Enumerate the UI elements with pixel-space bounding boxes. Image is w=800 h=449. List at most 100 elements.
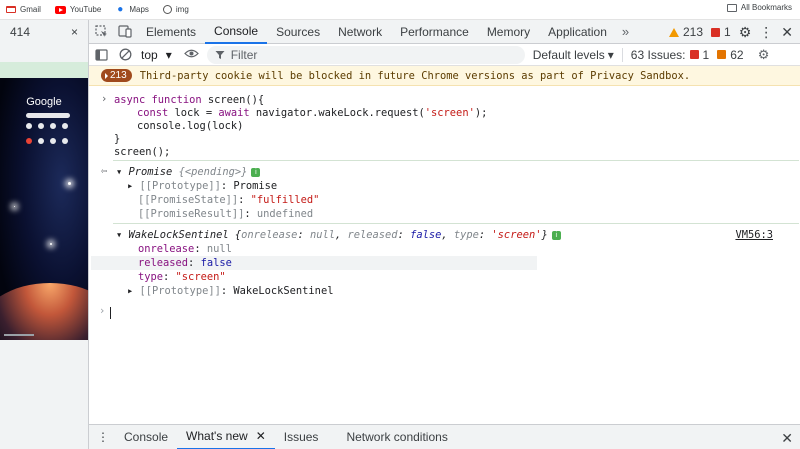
code-keyword: function (151, 94, 202, 106)
filter-funnel-icon (215, 50, 225, 59)
drawer-tab-network-conditions[interactable]: Network conditions (337, 425, 456, 449)
shortcut-tile[interactable] (62, 123, 68, 129)
prompt-chevron-icon: › (99, 305, 106, 317)
issue-warning-icon (717, 50, 727, 59)
shortcut-tile[interactable] (26, 138, 32, 144)
shortcut-tile[interactable] (62, 138, 68, 144)
source-link[interactable]: VM56:3 (735, 229, 773, 241)
filter-placeholder: Filter (230, 47, 258, 62)
page-screenshot: Google (0, 78, 88, 340)
issues-orange-count: 62 (730, 47, 744, 62)
issues-red-count: 1 (702, 47, 710, 62)
console-settings-gear-icon[interactable]: ⚙ (752, 44, 776, 66)
code-keyword: const (137, 107, 169, 119)
bookmark-maps[interactable]: ● Maps (115, 4, 149, 15)
close-drawer-icon[interactable]: ✕ (781, 430, 793, 447)
preview-value: null (309, 229, 335, 241)
warnings-counter[interactable]: 213 (668, 25, 703, 39)
issue-error-icon (689, 50, 699, 59)
code-text: screen(){ (201, 94, 265, 106)
live-expression-eye-icon[interactable] (178, 47, 205, 62)
code-line: } (114, 133, 121, 145)
expand-triangle-icon (105, 72, 108, 79)
warning-count-badge[interactable]: 213 (101, 69, 132, 82)
message-divider (113, 223, 799, 224)
property-value: Promise (233, 180, 278, 192)
code-line: screen(); (114, 146, 171, 158)
filter-input[interactable]: Filter (206, 45, 525, 64)
close-devtools-icon[interactable]: ✕ (781, 24, 793, 41)
inspect-element-icon[interactable] (89, 20, 113, 44)
globe-icon (162, 5, 172, 14)
property-key: [[Prototype]] (139, 285, 221, 297)
clear-console-icon[interactable] (113, 44, 137, 66)
tab-application[interactable]: Application (539, 20, 616, 44)
shortcut-tile[interactable] (26, 123, 32, 129)
errors-counter[interactable]: 1 (711, 25, 731, 39)
shortcut-tile[interactable] (38, 123, 44, 129)
more-tabs-chevron-icon[interactable]: » (616, 24, 635, 39)
drawer-tab-console[interactable]: Console (115, 425, 177, 449)
sidebar-toggle-icon[interactable] (89, 44, 113, 66)
preview-key: released (347, 229, 398, 241)
kebab-menu-icon[interactable]: ⋮ (759, 24, 773, 41)
bookmark-img[interactable]: img (162, 5, 189, 14)
preview-key: type (453, 229, 479, 241)
bookmark-youtube[interactable]: YouTube (54, 5, 101, 14)
tab-sources[interactable]: Sources (267, 20, 329, 44)
close-icon[interactable]: × (71, 25, 78, 39)
tab-console[interactable]: Console (205, 20, 268, 44)
property-value: "fulfilled" (250, 194, 320, 206)
tab-elements[interactable]: Elements (137, 20, 205, 44)
search-box[interactable] (26, 113, 70, 118)
info-icon[interactable]: i (251, 167, 261, 177)
sentinel-header[interactable]: ▾ WakeLockSentinel {onrelease: null, rel… (116, 229, 561, 242)
drawer-tab-issues[interactable]: Issues (275, 425, 328, 449)
all-bookmarks-label: All Bookmarks (740, 3, 792, 12)
bookmarks-bar: Gmail YouTube ● Maps img All Bookmarks (0, 0, 800, 20)
info-icon[interactable]: i (551, 230, 561, 240)
sentinel-type-row: type: "screen" (138, 271, 226, 283)
devtools-drawer: ⋮ Console What's new ✕ Issues Network co… (89, 424, 800, 449)
message-divider (113, 160, 799, 161)
cookie-warning-message[interactable]: 213 Third-party cookie will be blocked i… (89, 66, 800, 86)
tab-memory[interactable]: Memory (478, 20, 539, 44)
context-value: top (141, 47, 158, 62)
bookmark-gmail[interactable]: Gmail (6, 5, 41, 14)
toolbar-divider (621, 47, 623, 62)
console-prompt-input[interactable] (110, 307, 111, 319)
object-preview: {<pending>} (178, 166, 248, 178)
context-selector[interactable]: top ▾ (137, 48, 178, 62)
promise-state-row: [[PromiseState]]: "fulfilled" (138, 194, 320, 206)
issues-button[interactable]: 63 Issues: 1 62 (631, 48, 744, 62)
folder-icon (726, 3, 737, 12)
device-toolbar-icon[interactable] (113, 20, 137, 44)
sentinel-prototype-row[interactable]: ▸ [[Prototype]]: WakeLockSentinel (127, 285, 333, 298)
expand-triangle-icon[interactable]: ▾ (116, 229, 129, 241)
shortcut-tile[interactable] (50, 123, 56, 129)
drawer-menu-kebab-icon[interactable]: ⋮ (89, 425, 115, 449)
promise-header[interactable]: ▾ Promise {<pending>} i (116, 166, 261, 179)
tab-network[interactable]: Network (329, 20, 391, 44)
close-tab-icon[interactable]: ✕ (256, 429, 266, 443)
code-keyword: async (114, 94, 146, 106)
code-text: ); (474, 107, 488, 119)
preview-value: 'screen' (491, 229, 542, 241)
promise-prototype-row[interactable]: ▸ [[Prototype]]: Promise (127, 180, 277, 193)
property-key: [[Prototype]] (139, 180, 221, 192)
map-pin-icon: ● (117, 4, 124, 15)
shortcut-tile[interactable] (50, 138, 56, 144)
bookmark-label: Maps (129, 5, 149, 14)
log-levels-dropdown[interactable]: Default levels ▾ (533, 48, 614, 62)
devtools-panel: Elements Console Sources Network Perform… (88, 20, 800, 449)
star (68, 182, 71, 185)
drawer-tab-whats-new[interactable]: What's new ✕ (177, 425, 275, 449)
settings-gear-icon[interactable]: ⚙ (739, 24, 752, 41)
sentinel-released-row: released: false (138, 257, 232, 269)
shortcut-tile[interactable] (38, 138, 44, 144)
all-bookmarks-button[interactable]: All Bookmarks (726, 3, 792, 12)
expand-triangle-icon[interactable]: ▾ (116, 166, 129, 178)
collapsed-triangle-icon[interactable]: ▸ (127, 285, 140, 297)
collapsed-triangle-icon[interactable]: ▸ (127, 180, 140, 192)
tab-performance[interactable]: Performance (391, 20, 478, 44)
